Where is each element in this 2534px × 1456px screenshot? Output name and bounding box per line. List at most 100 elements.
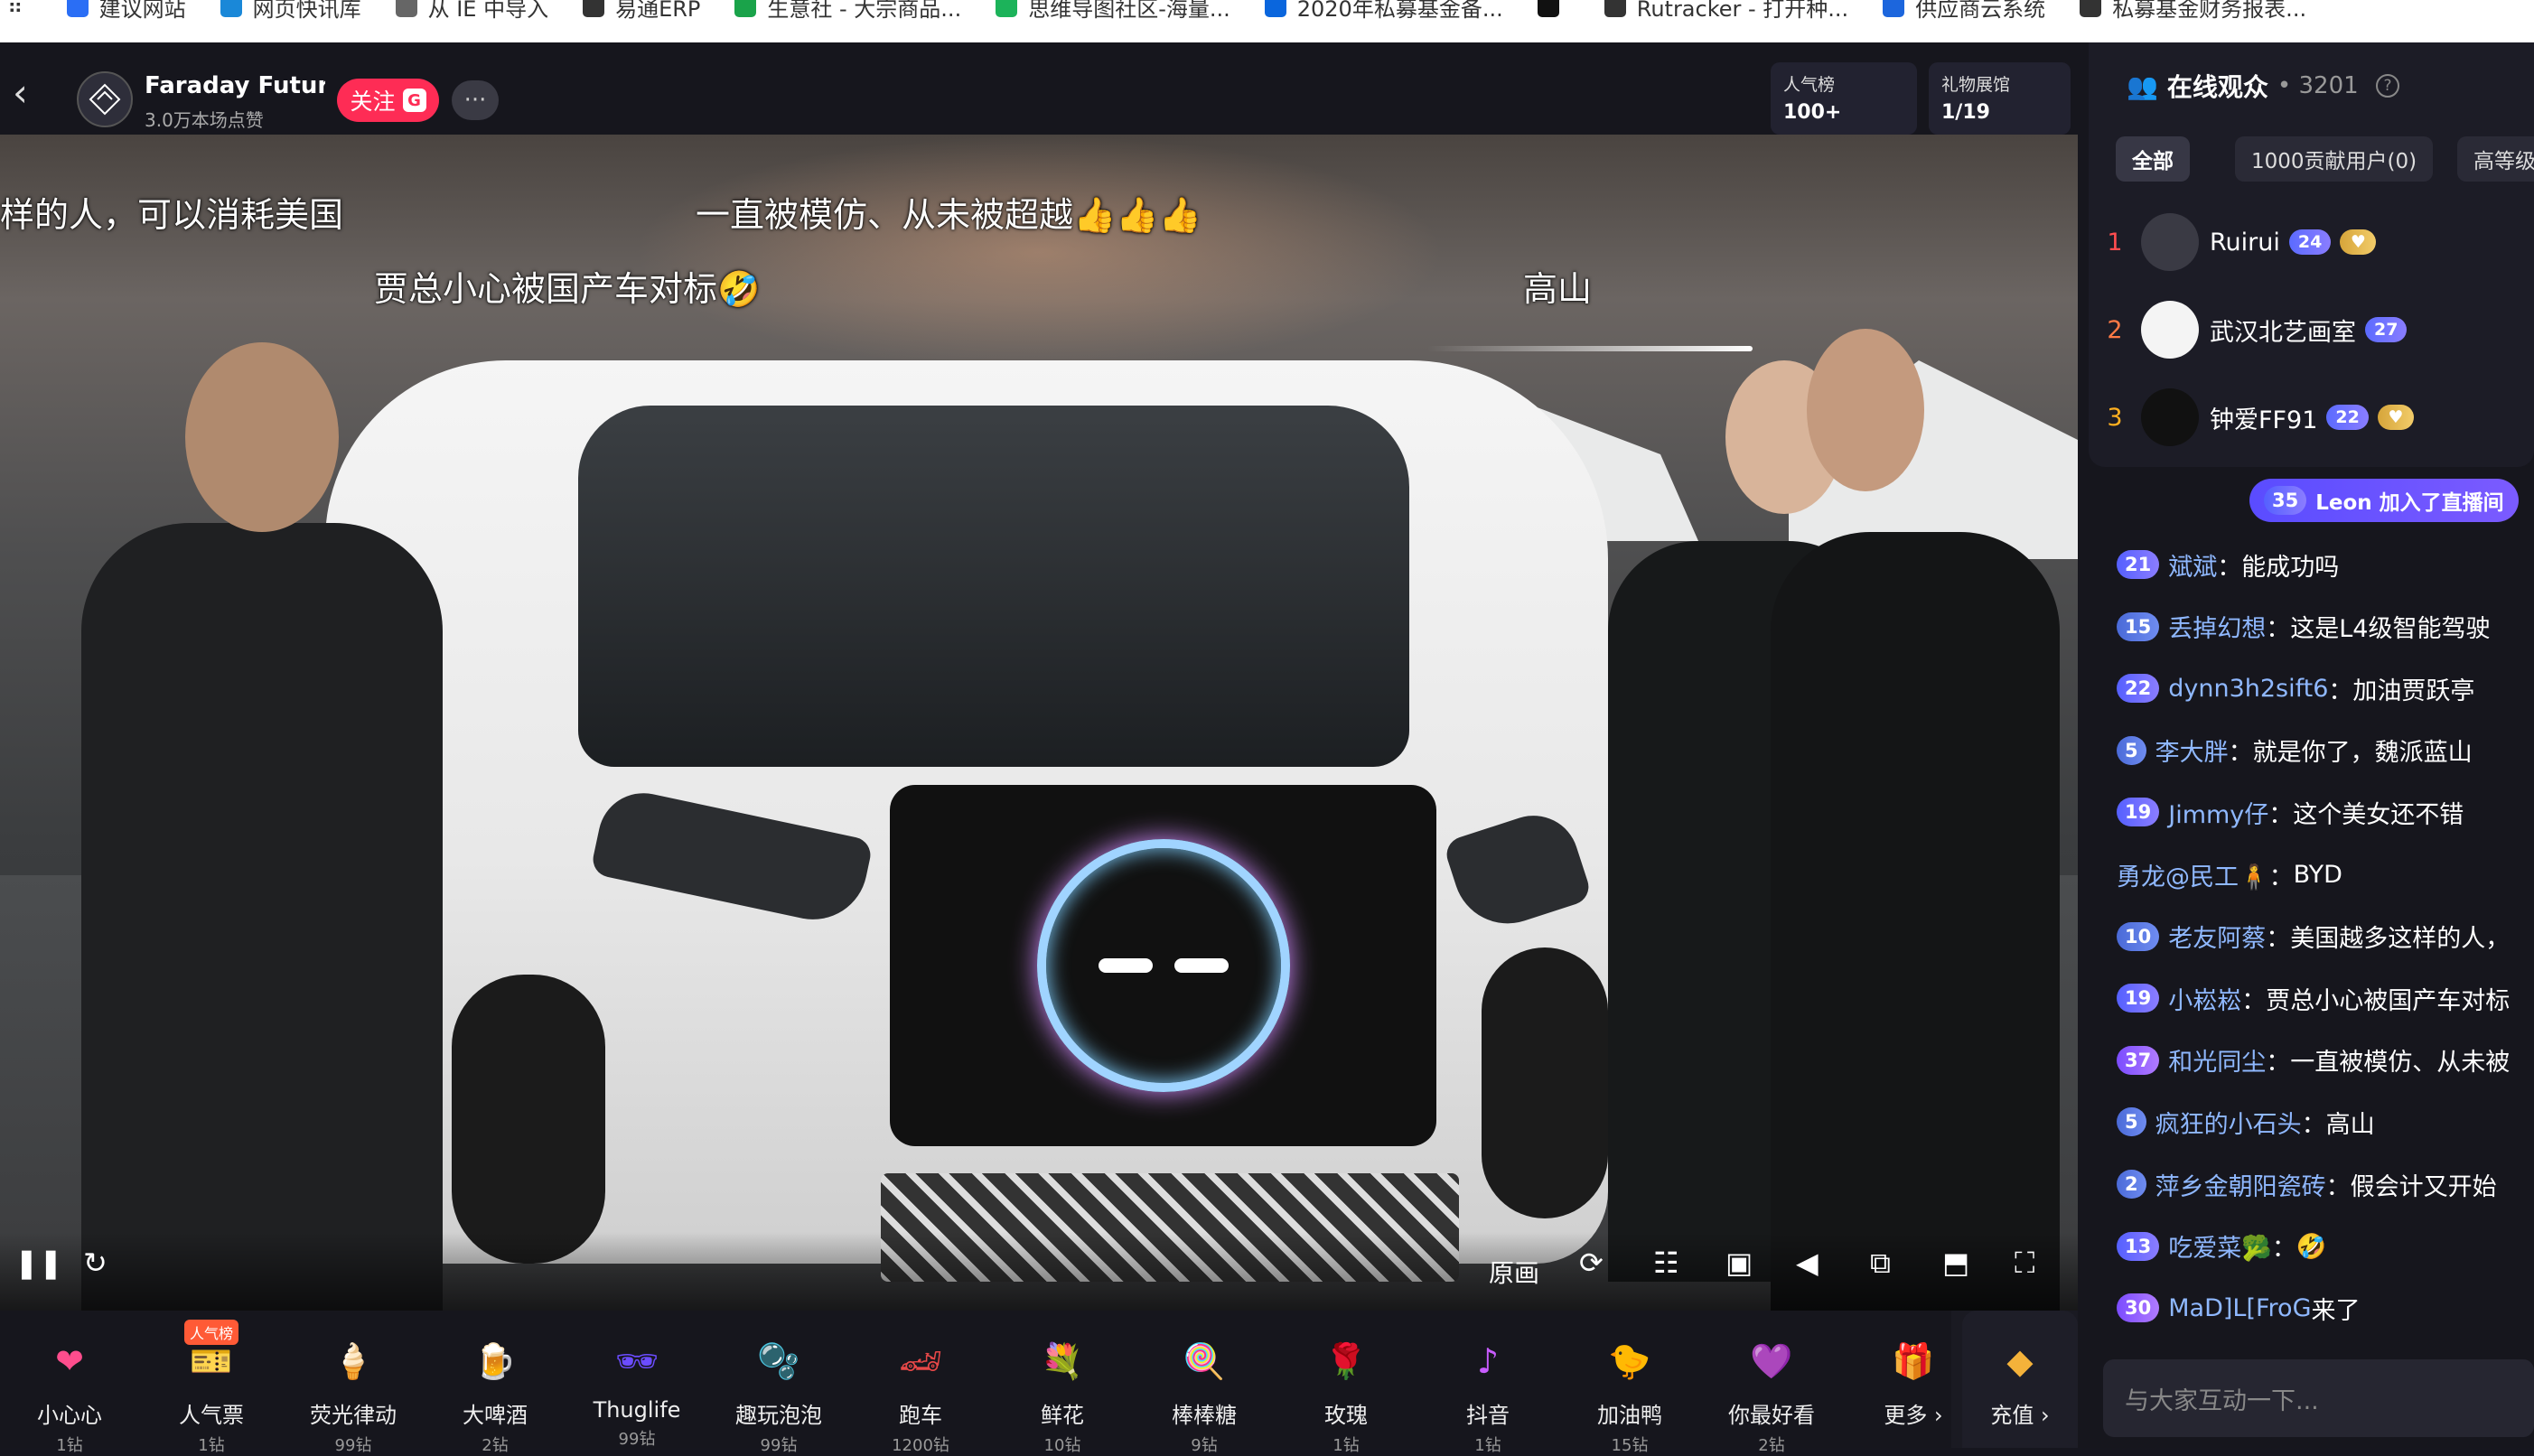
anchor-likes: 3.0万本场点赞 xyxy=(145,109,264,131)
gift-price: 2钻 xyxy=(1758,1436,1785,1455)
live-stage: ‹ Faraday Future… 3.0万本场点赞 关注 G ··· 人气榜 … xyxy=(0,42,2078,1456)
chat-separator: ： xyxy=(2266,925,2291,954)
bookmark-item[interactable]: 建议网站 xyxy=(60,0,213,22)
bookmark-item[interactable]: 供应商云系统 xyxy=(1875,0,2072,22)
users-icon: 👥 xyxy=(2127,70,2158,101)
chat-username[interactable]: MaD]L[FroG xyxy=(2168,1294,2311,1322)
level-badge: 5 xyxy=(2117,735,2146,765)
fullscreen-button[interactable]: ⛶ xyxy=(2015,1248,2034,1277)
more-button[interactable]: ··· xyxy=(452,80,499,120)
gift-price: 1钻 xyxy=(56,1436,83,1455)
bookmark-item[interactable]: Rutracker - 打开种... xyxy=(1597,0,1875,22)
gift-item[interactable]: ❤ 小心心 1钻 xyxy=(2,1311,137,1455)
van-eye xyxy=(1173,958,1229,973)
shop-icon xyxy=(734,0,757,17)
recharge-button[interactable]: ◆ 充值 › xyxy=(1962,1311,2078,1448)
fullscreen-icon: ⛶ xyxy=(2015,1246,2035,1280)
gift-item[interactable]: 🎁 更多 › xyxy=(1846,1311,1981,1448)
chat-username[interactable]: 丢掉幻想 xyxy=(2168,609,2266,644)
gift-item[interactable]: 🫧 趣玩泡泡 99钻 xyxy=(711,1311,846,1456)
web-fullscreen-button[interactable]: ⬒ xyxy=(1942,1248,1969,1277)
audience-row[interactable]: 2 武汉北艺画室 27 xyxy=(2089,298,2534,361)
danmaku-settings-button[interactable]: ☷ xyxy=(1653,1248,1679,1277)
gift-item[interactable]: 💜 你最好看 2钻 xyxy=(1704,1311,1839,1456)
video-player[interactable]: 样的人，可以消耗美国 一直被模仿、从未被超越👍👍👍 贾总小心被国产车对标🤣 高山 xyxy=(0,135,2078,1311)
person-head xyxy=(185,342,339,532)
gift-item[interactable]: 🐤 加油鸭 15钻 xyxy=(1562,1311,1697,1456)
danmaku-comment: 样的人，可以消耗美国 xyxy=(0,195,344,235)
refresh-button[interactable]: ↻ xyxy=(83,1248,108,1277)
bookmark-item[interactable]: 思维导图社区-海量... xyxy=(988,0,1258,22)
bookmark-label: Rutracker - 打开种... xyxy=(1636,0,1849,22)
bookmark-item[interactable]: 私募基金财务报表... xyxy=(2072,0,2333,22)
gift-item[interactable]: 🍺 大啤酒 2钻 xyxy=(427,1311,563,1456)
bookmark-item[interactable]: 从 IE 中导入 xyxy=(388,0,576,22)
popularity-rank[interactable]: 人气榜 100+ xyxy=(1771,62,1917,135)
level-badge: 22 xyxy=(2326,405,2369,430)
chat-username[interactable]: 老友阿蔡 xyxy=(2168,919,2266,954)
help-icon[interactable]: ? xyxy=(2376,74,2399,98)
level-badge: 27 xyxy=(2365,317,2408,342)
doc-icon xyxy=(1883,0,1905,17)
danmaku-comment: 贾总小心被国产车对标🤣 xyxy=(374,269,761,309)
picture-in-picture-button[interactable]: ⧉ xyxy=(1870,1248,1891,1277)
chat-text: 能成功吗 xyxy=(2241,553,2340,582)
gift-item[interactable]: 🌹 玫瑰 1钻 xyxy=(1278,1311,1414,1456)
chat-separator: ： xyxy=(2266,1049,2291,1078)
apps-grid-icon[interactable]: ⠿ xyxy=(0,0,60,19)
chat-input[interactable]: 与大家互动一下... xyxy=(2103,1359,2534,1437)
follow-badge: G xyxy=(402,89,426,112)
popsicle-icon: 🍦 xyxy=(332,1340,375,1381)
back-button[interactable]: ‹ xyxy=(13,74,28,112)
tab-contributors[interactable]: 1000贡献用户(0) xyxy=(2235,136,2434,182)
chat-username[interactable]: 勇龙@民工🧍 xyxy=(2117,857,2269,892)
rotate-button[interactable]: ⟳ xyxy=(1579,1248,1604,1277)
chat-username[interactable]: dynn3h2sift6 xyxy=(2168,675,2328,703)
person-head xyxy=(1807,329,1924,491)
tab-high-level[interactable]: 高等级用 xyxy=(2457,136,2534,182)
anchor-name[interactable]: Faraday Future… xyxy=(145,72,325,99)
gift-hall[interactable]: 礼物展馆 1/19 xyxy=(1929,62,2071,135)
chat-username[interactable]: 吃爱菜🥦 xyxy=(2168,1228,2272,1264)
volume-button[interactable]: ◀ xyxy=(1796,1248,1819,1277)
chat-username[interactable]: 斌斌 xyxy=(2168,547,2217,583)
avatar[interactable] xyxy=(2141,388,2199,446)
follow-button[interactable]: 关注 G xyxy=(337,79,439,122)
bookmark-item[interactable]: 生意社 - 大宗商品... xyxy=(727,0,988,22)
heart-badge-icon: 💜 xyxy=(1750,1340,1793,1381)
chat-username[interactable]: 李大胖 xyxy=(2155,733,2229,768)
avatar[interactable] xyxy=(2141,213,2199,271)
gift-item[interactable]: ♪ 抖音 1钻 xyxy=(1420,1311,1556,1455)
gift-item[interactable]: 🕶 Thuglife 99钻 xyxy=(569,1311,705,1450)
danmaku-toggle-button[interactable]: ▣ xyxy=(1725,1248,1753,1277)
chat-username[interactable]: Jimmy仔 xyxy=(2168,795,2268,830)
chat-username[interactable]: 疯狂的小石头 xyxy=(2155,1105,2302,1140)
gift-item[interactable]: 💐 鲜花 10钻 xyxy=(995,1311,1130,1456)
ff-logo-icon xyxy=(89,83,121,116)
quality-selector[interactable]: 原画 xyxy=(1489,1254,1539,1290)
bookmark-label: 思维导图社区-海量... xyxy=(1028,0,1230,22)
chat-text: 美国越多这样的人， xyxy=(2290,925,2511,954)
bookmark-item[interactable]: 网页快讯库 xyxy=(213,0,388,22)
bookmark-item[interactable]: 2020年私募基金备... xyxy=(1258,0,1530,22)
audience-row[interactable]: 3 钟爱FF91 22 ♥ xyxy=(2089,386,2534,449)
bookmark-item[interactable]: 易通ERP xyxy=(575,0,727,22)
gift-item[interactable]: 🍭 棒棒糖 9钻 xyxy=(1136,1311,1272,1456)
gift-name: 小心心 xyxy=(37,1403,102,1428)
gift-item[interactable]: 🎫 人气榜 人气票 1钻 xyxy=(144,1311,279,1455)
chat-username[interactable]: 小崧崧 xyxy=(2168,981,2241,1016)
gift-item[interactable]: 🍦 荧光律动 99钻 xyxy=(285,1311,421,1456)
rose-icon: 🌹 xyxy=(1324,1340,1368,1381)
avatar[interactable] xyxy=(2141,301,2199,359)
audience-row[interactable]: 1 Ruirui 24 ♥ xyxy=(2089,210,2534,274)
anchor-avatar[interactable] xyxy=(77,71,133,127)
chat-username[interactable]: 萍乡金朝阳瓷砖 xyxy=(2155,1167,2326,1202)
gift-item[interactable]: 🏎 跑车 1200钻 xyxy=(853,1311,988,1456)
tab-all[interactable]: 全部 xyxy=(2116,136,2190,182)
pause-button[interactable]: ❚❚ xyxy=(14,1248,63,1277)
chat-username[interactable]: 和光同尘 xyxy=(2168,1042,2266,1078)
van-front-display xyxy=(890,785,1436,1146)
audience-count-value: 3201 xyxy=(2298,72,2359,99)
chat-message: 30 MaD]L[FroG 来了 xyxy=(2078,1278,2534,1338)
bookmark-item[interactable] xyxy=(1530,0,1597,18)
